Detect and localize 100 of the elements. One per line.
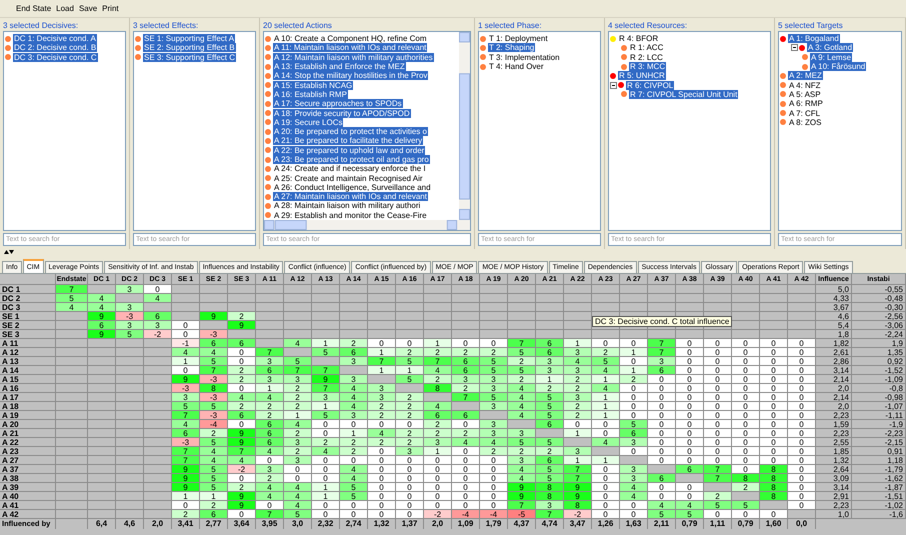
- table-cell: -0,48: [852, 294, 906, 303]
- list-item[interactable]: A 27: Maintain liaison with IOs and relevant: [273, 192, 428, 202]
- list-item[interactable]: T 4: Hand Over: [488, 62, 545, 72]
- list-item[interactable]: A 5: ASP: [788, 90, 822, 99]
- list-item[interactable]: A 1: Bogaland: [788, 34, 840, 44]
- panel-title: 1 selected Phase:: [478, 20, 543, 31]
- list-item[interactable]: R 5: UNHCR: [618, 71, 666, 80]
- table-cell: -3: [172, 384, 200, 393]
- table-cell: 2: [256, 402, 284, 411]
- table-cell: 2: [564, 411, 592, 420]
- list-item[interactable]: A 10: Fårösund: [810, 62, 866, 72]
- list-item[interactable]: A 18: Provide security to APOD/SPOD: [273, 108, 411, 118]
- table-cell: 2: [536, 384, 564, 393]
- list-item[interactable]: T 3: Implementation: [488, 52, 561, 62]
- list-item[interactable]: A 2: MEZ: [788, 71, 823, 80]
- list-item[interactable]: SE 2: Supporting Effect B: [143, 43, 236, 52]
- table-cell: 6: [536, 420, 564, 429]
- list-item[interactable]: DC 3: Decisive cond. C: [13, 52, 98, 62]
- table-cell: 6: [452, 411, 480, 420]
- table-cell: 0,79: [732, 519, 760, 529]
- list-item[interactable]: A 10: Create a Component HQ, refine Com: [273, 34, 428, 44]
- table-cell: 9: [172, 375, 200, 384]
- menu-item[interactable]: Print: [102, 2, 119, 14]
- list-item[interactable]: A 12: Maintain liaison with military authorities: [273, 52, 434, 62]
- list-item[interactable]: A 7: CFL: [788, 108, 822, 118]
- menu-item[interactable]: Save: [78, 2, 98, 14]
- list-item[interactable]: A 4: NFZ: [788, 80, 822, 90]
- table-cell: 1: [564, 339, 592, 348]
- list-item[interactable]: DC 1: Decisive cond. A: [13, 34, 97, 44]
- table-cell: 3: [256, 375, 284, 384]
- table-cell: 0: [424, 492, 452, 501]
- table-cell: 4: [424, 366, 452, 375]
- list-item[interactable]: A 17: Secure approaches to SPODs: [273, 99, 403, 108]
- list-item[interactable]: A 9: Lemse: [810, 52, 852, 62]
- table-cell: 1: [172, 492, 200, 501]
- table-cell: 0: [144, 285, 172, 294]
- list-item[interactable]: R 7: CIVPOL Special Unit Unit: [629, 90, 738, 99]
- table-cell: 0: [340, 501, 368, 510]
- table-cell: 0: [648, 483, 676, 492]
- table-cell: 0: [760, 510, 788, 519]
- list-item[interactable]: R 1: ACC: [629, 43, 664, 52]
- list-item[interactable]: T 1: Deployment: [488, 34, 549, 44]
- table-cell: 8: [760, 492, 788, 501]
- table-cell: 3,95: [256, 519, 284, 529]
- list-item[interactable]: A 24: Create and if necessary enforce the I: [273, 164, 427, 174]
- table-cell: 1: [368, 348, 396, 357]
- table-cell: -0,30: [852, 303, 906, 312]
- table-cell: -1,6: [852, 510, 906, 519]
- table-cell: 0: [396, 483, 424, 492]
- table-cell: 0: [592, 429, 620, 438]
- table-cell: 0: [452, 483, 480, 492]
- table-cell: 9: [228, 429, 256, 438]
- table-cell: 1: [592, 456, 620, 465]
- list-item[interactable]: A 22: Be prepared to uphold law and order: [273, 146, 426, 155]
- table-cell: 0,79: [676, 519, 704, 529]
- list-item[interactable]: R 6: CIVPOL: [626, 80, 674, 90]
- table-cell: 9: [172, 483, 200, 492]
- table-cell: 0: [368, 474, 396, 483]
- table-cell: 7: [564, 474, 592, 483]
- list-item[interactable]: A 6: RMP: [788, 99, 824, 108]
- table-cell: 0: [424, 465, 452, 474]
- table-cell: 5: [200, 474, 228, 483]
- table-cell: -0,55: [852, 285, 906, 294]
- menu-item[interactable]: End State: [16, 2, 52, 14]
- list-item[interactable]: DC 2: Decisive cond. B: [13, 43, 98, 52]
- list-item[interactable]: A 26: Conduct Intelligence, Surveillance and: [273, 182, 432, 192]
- table-cell: 2: [340, 438, 368, 447]
- list-item[interactable]: R 3: MCC: [629, 62, 666, 72]
- table-cell: 4: [340, 465, 368, 474]
- menu-item[interactable]: Load: [56, 2, 74, 14]
- table-cell: 0: [676, 366, 704, 375]
- list-item[interactable]: A 25: Create and maintain Recognised Air: [273, 174, 424, 183]
- table-cell: 7: [508, 339, 536, 348]
- table-cell: 7: [648, 348, 676, 357]
- table-cell: 3,67: [816, 303, 852, 312]
- list-item[interactable]: R 4: BFOR: [618, 34, 660, 44]
- table-cell: 0: [648, 393, 676, 402]
- list-item[interactable]: A 8: ZOS: [788, 118, 822, 127]
- table-cell: 0: [788, 393, 816, 402]
- table-cell: 5: [536, 438, 564, 447]
- list-item[interactable]: T 2: Shaping: [488, 43, 536, 52]
- list-item[interactable]: A 14: Stop the military hostilities in the Prov: [273, 71, 428, 80]
- table-cell: 0: [704, 375, 732, 384]
- list-item[interactable]: A 11: Maintain liaison with IOs and relevant: [273, 43, 428, 52]
- list-item[interactable]: A 23: Be prepared to protect oil and gas pro: [273, 155, 430, 164]
- table-cell: 0: [452, 465, 480, 474]
- list-item[interactable]: A 28: Maintain liaison with military authori: [273, 201, 422, 210]
- list-item[interactable]: A 21: Be prepared to facilitate the delivery: [273, 136, 424, 146]
- table-cell: 6: [200, 510, 228, 519]
- list-item[interactable]: A 20: Be prepared to protect the activities o: [273, 127, 428, 136]
- table-cell: 2,64: [816, 465, 852, 474]
- list-item[interactable]: SE 3: Supporting Effect C: [143, 52, 236, 62]
- list-item[interactable]: A 15: Establish NCAG: [273, 80, 354, 90]
- table-cell: 0: [704, 456, 732, 465]
- list-item[interactable]: R 2: LCC: [629, 52, 664, 62]
- list-item[interactable]: SE 1: Supporting Effect A: [143, 34, 236, 44]
- list-item[interactable]: A 29: Establish and monitor the Cease-Fire: [273, 210, 428, 220]
- list-item[interactable]: A 13: Establish and Enforce the MEZ: [273, 62, 406, 72]
- list-item[interactable]: A 3: Gotland: [807, 43, 854, 52]
- table-cell: 0: [788, 465, 816, 474]
